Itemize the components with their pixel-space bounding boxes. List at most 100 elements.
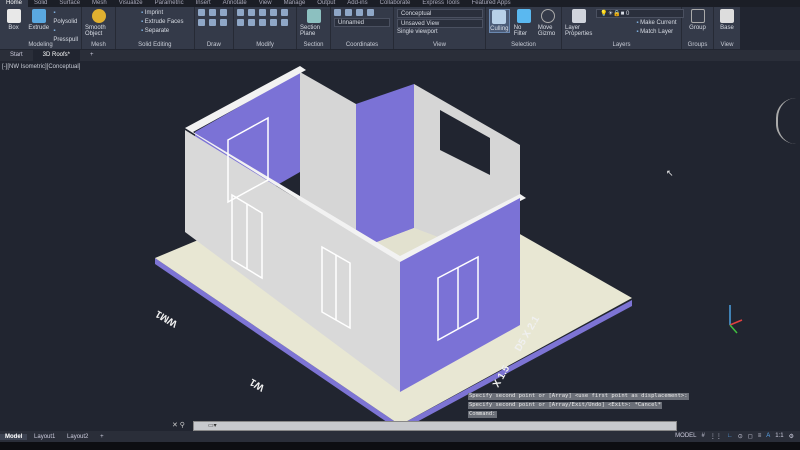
panel-title[interactable]: Layers [562, 42, 681, 48]
section-plane-button[interactable]: Section Plane [300, 9, 327, 37]
panel-title: Coordinates [345, 42, 379, 48]
saved-view-dropdown[interactable]: Unsaved View [397, 19, 483, 28]
grid-icon[interactable]: # [702, 433, 705, 440]
circle-icon[interactable] [219, 19, 227, 26]
tab-featured-apps[interactable]: Featured Apps [466, 0, 517, 7]
gizmo-icon [540, 9, 555, 23]
tab-collaborate[interactable]: Collaborate [374, 0, 417, 7]
trim-icon[interactable] [270, 9, 278, 16]
panel-title[interactable]: View [394, 42, 485, 48]
label: Section Plane [300, 25, 321, 37]
history-line: Command: [468, 411, 497, 418]
snap-icon[interactable]: ⋮⋮ [710, 433, 722, 440]
imprint-button[interactable]: Imprint [141, 9, 183, 18]
lineweight-icon[interactable]: ≡ [758, 433, 762, 440]
culling-button[interactable]: Culling [489, 9, 510, 33]
command-input[interactable]: ▭▾ [193, 421, 677, 431]
tab-parametric[interactable]: Parametric [149, 0, 190, 7]
layout-tab-layout1[interactable]: Layout1 [29, 434, 60, 440]
make-current-button[interactable]: Make Current [636, 19, 684, 28]
arc-icon[interactable] [219, 9, 227, 16]
group-button[interactable]: Group [685, 9, 710, 31]
polar-icon[interactable]: ⊙ [738, 433, 743, 440]
spline-icon[interactable] [197, 19, 205, 26]
label: Base [720, 25, 734, 31]
match-layer-button[interactable]: Match Layer [636, 28, 684, 37]
model-viewport[interactable]: WM1 W1 D5 X 2.1 X 1.5 ↖ [0, 61, 800, 431]
smooth-object-button[interactable]: Smooth Object [85, 9, 112, 37]
annotation-icon[interactable]: A [766, 433, 770, 440]
array-icon[interactable] [248, 19, 256, 26]
panel-title[interactable]: Draw [195, 42, 233, 48]
panel-title[interactable]: Solid Editing [116, 42, 194, 48]
panel-title[interactable]: Modeling [0, 42, 81, 48]
panel-view-base: Base View [714, 7, 740, 49]
line-icon[interactable] [197, 9, 205, 16]
panel-title[interactable]: Section [297, 42, 330, 48]
layout-tab-layout2[interactable]: Layout2 [62, 434, 93, 440]
extrude-button[interactable]: Extrude [28, 9, 49, 31]
chamfer-icon[interactable] [281, 19, 289, 26]
panel-draw: Draw [195, 7, 235, 49]
partition-wall [356, 84, 414, 250]
smooth-object-icon [91, 9, 106, 23]
annotation-scale[interactable]: 1:1 [775, 433, 783, 440]
tab-annotate[interactable]: Annotate [217, 0, 253, 7]
command-close-icon[interactable]: ✕ ⚲ [172, 421, 185, 429]
align-icon[interactable] [237, 19, 245, 26]
polysolid-button[interactable]: Polysolid [53, 9, 78, 27]
ucs-icon[interactable] [334, 9, 341, 16]
polyline-icon[interactable] [208, 9, 216, 16]
layout-tab-model[interactable]: Model [0, 433, 28, 440]
label: Smooth Object [85, 25, 106, 37]
separate-button[interactable]: Separate [141, 27, 183, 36]
mirror-icon[interactable] [237, 9, 245, 16]
panel-title[interactable]: Modify [234, 42, 296, 48]
osnap-icon[interactable]: ◻ [748, 433, 753, 440]
extrude-faces-button[interactable]: Extrude Faces [141, 18, 184, 27]
label: Extrude [28, 25, 50, 31]
no-filter-button[interactable]: No Filter [514, 9, 534, 37]
tab-start[interactable]: Start [0, 50, 33, 61]
fillet-icon[interactable] [281, 9, 289, 16]
ortho-icon[interactable]: ∟ [727, 433, 733, 440]
tab-home[interactable]: Home [0, 0, 29, 7]
ucs-icon[interactable] [345, 9, 352, 16]
tab-mesh[interactable]: Mesh [86, 0, 113, 7]
add-layout-button[interactable]: + [95, 434, 109, 440]
panel-title[interactable]: Groups [682, 42, 713, 48]
rotate-icon[interactable] [248, 9, 256, 16]
box-button[interactable]: Box [3, 9, 24, 31]
new-tab-button[interactable]: + [80, 50, 104, 61]
layer-dropdown[interactable]: 💡☀🔒■ 0 [596, 9, 685, 18]
visual-style-dropdown[interactable]: Conceptual [397, 9, 483, 18]
panel-title[interactable]: View [714, 42, 740, 48]
gear-icon[interactable]: ⚙ [789, 433, 794, 440]
ucs-icon[interactable] [356, 9, 363, 16]
move-gizmo-button[interactable]: Move Gizmo [538, 9, 558, 37]
tab-insert[interactable]: Insert [190, 0, 217, 7]
tab-visualize[interactable]: Visualize [113, 0, 149, 7]
viewport-controls[interactable]: [-][NW Isometric][Conceptual] [2, 64, 80, 70]
tab-view[interactable]: View [253, 0, 278, 7]
base-button[interactable]: Base [717, 9, 737, 31]
ucs-icon[interactable] [367, 9, 374, 16]
tab-surface[interactable]: Surface [53, 0, 86, 7]
scale-icon[interactable] [270, 19, 278, 26]
line-icon[interactable] [208, 19, 216, 26]
copy-icon[interactable] [259, 19, 267, 26]
layer-properties-button[interactable]: Layer Properties [565, 9, 592, 37]
tab-express-tools[interactable]: Express Tools [416, 0, 465, 7]
model-space-toggle[interactable]: MODEL [675, 433, 696, 440]
tab-solid[interactable]: Solid [28, 0, 53, 7]
viewport-config-button[interactable]: Single viewport [397, 29, 483, 35]
tab-output[interactable]: Output [311, 0, 341, 7]
history-line: Specify second point or [Array] <use fir… [468, 393, 689, 400]
panel-selection: Culling No Filter Move Gizmo Selection [486, 7, 562, 49]
move-icon[interactable] [259, 9, 267, 16]
tab-3d-roofs[interactable]: 3D Roofs* [32, 50, 81, 61]
label: No Filter [513, 25, 528, 37]
ucs-dropdown[interactable]: Unnamed [334, 18, 390, 27]
tab-manage[interactable]: Manage [278, 0, 312, 7]
tab-addins[interactable]: Add-ins [341, 0, 373, 7]
